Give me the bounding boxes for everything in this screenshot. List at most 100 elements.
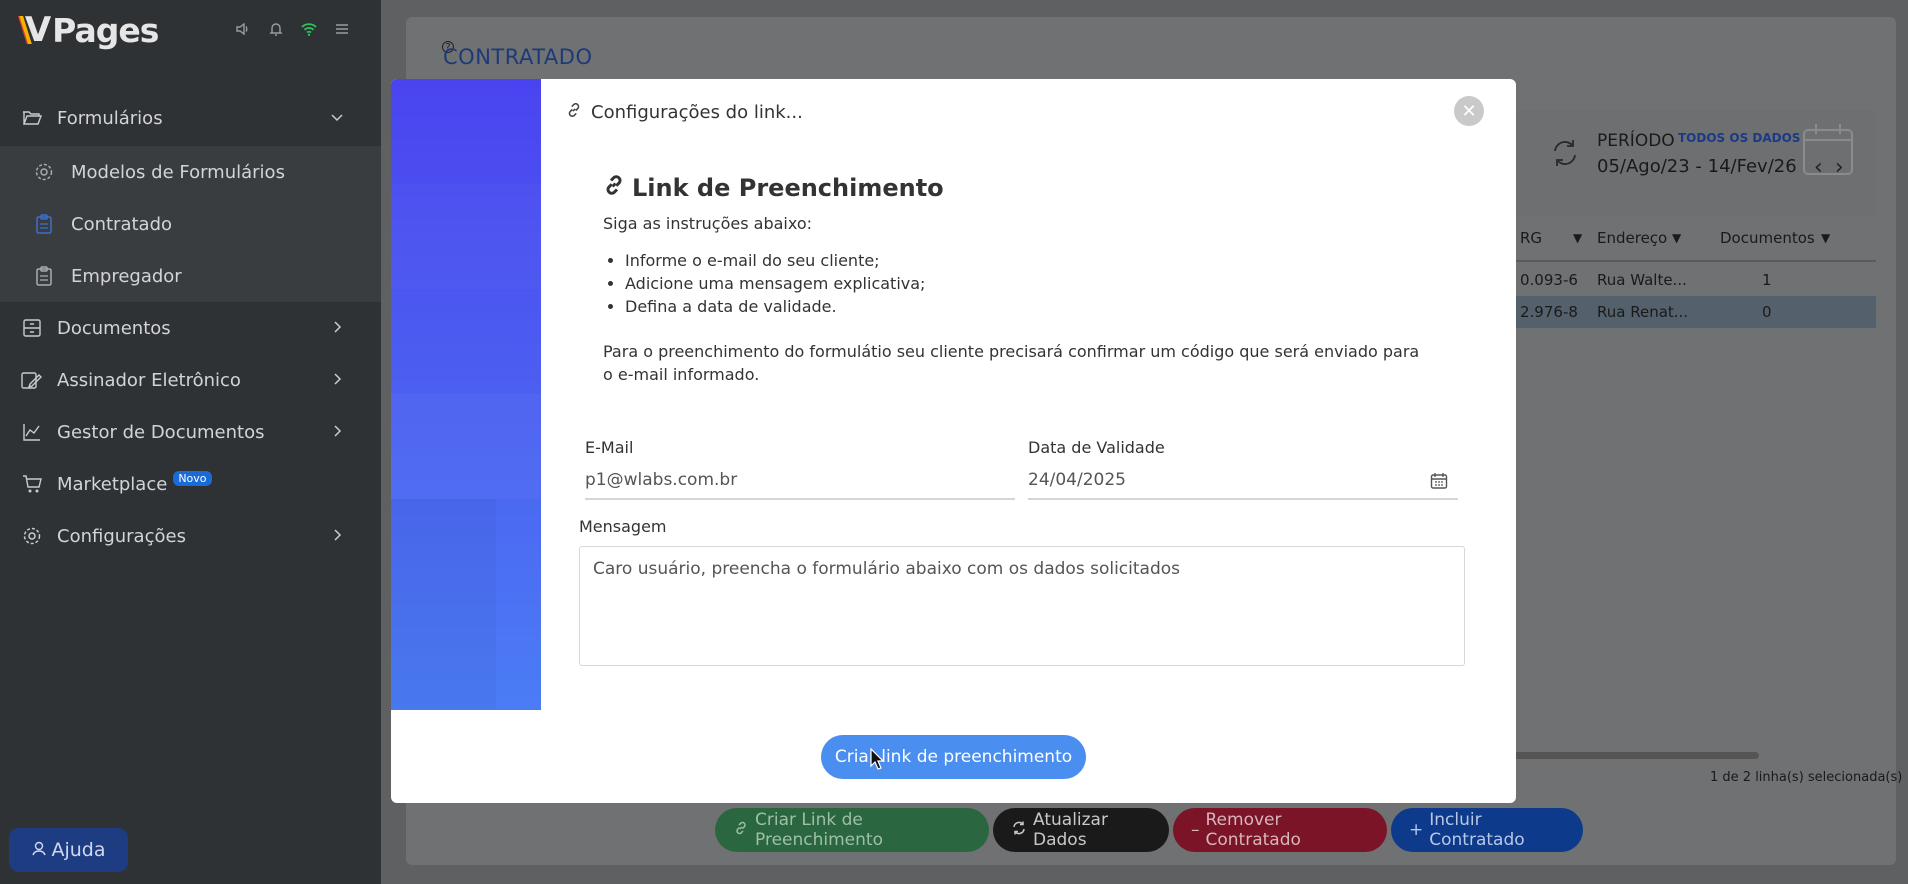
new-badge: Novo <box>173 470 212 486</box>
clipboard-icon <box>33 213 55 235</box>
bell-icon[interactable] <box>267 20 285 38</box>
column-header-documentos[interactable]: Documentos <box>1720 229 1815 247</box>
chevron-right-icon[interactable]: › <box>1835 155 1844 180</box>
instructions-list: Informe o e-mail do seu cliente; Adicion… <box>625 249 925 318</box>
create-link-button[interactable]: Criar Link de Preenchimento <box>715 808 989 852</box>
horizontal-scrollbar[interactable] <box>1497 752 1759 759</box>
chevron-right-icon <box>329 527 345 543</box>
archive-icon <box>21 317 43 339</box>
signature-icon <box>21 369 43 391</box>
refresh-icon <box>1011 820 1027 841</box>
email-label: E-Mail <box>585 438 634 457</box>
sidebar-item-modelos[interactable]: Modelos de Formulários <box>0 146 381 198</box>
sidebar-item-label: Configurações <box>57 525 186 547</box>
remove-button[interactable]: – Remover Contratado <box>1173 808 1387 852</box>
create-link-submit-button[interactable]: Criar link de preenchimento <box>821 735 1086 779</box>
cell-endereco: Rua Walte... <box>1597 271 1687 289</box>
message-label: Mensagem <box>579 517 667 536</box>
date-value: 24/04/2025 <box>1028 470 1126 490</box>
sidebar-item-label: Modelos de Formulários <box>71 161 285 183</box>
sidebar-item-label: Contratado <box>71 213 173 235</box>
date-label: Data de Validade <box>1028 438 1165 457</box>
modal-header: Configurações do link... <box>565 101 803 124</box>
column-header-rg[interactable]: RG <box>1520 229 1542 247</box>
filter-icon[interactable]: ▼ <box>1821 231 1830 245</box>
folder-open-icon <box>21 107 43 129</box>
sidebar-item-label: Empregador <box>71 265 182 287</box>
column-header-endereco[interactable]: Endereço <box>1597 229 1667 247</box>
calendar-icon[interactable] <box>1430 472 1448 495</box>
sidebar-item-formularios[interactable]: Formulários <box>0 92 381 144</box>
cell-endereco: Rua Renat... <box>1597 303 1689 321</box>
instructions-intro: Siga as instruções abaixo: <box>603 214 813 233</box>
period-all-link[interactable]: TODOS OS DADOS <box>1678 131 1800 145</box>
logo-mark: \ \ V <box>18 10 51 50</box>
add-label: Incluir Contratado <box>1429 810 1525 850</box>
create-link-label: Criar Link de Preenchimento <box>755 810 883 850</box>
close-button[interactable]: ✕ <box>1454 96 1484 126</box>
cell-rg: 2.976-8 <box>1520 303 1578 321</box>
side-block <box>391 499 496 604</box>
modal-title: Link de Preenchimento <box>602 173 944 203</box>
modal-title-label: Link de Preenchimento <box>632 174 944 202</box>
sidebar-item-marketplace[interactable]: Marketplace Novo <box>0 458 381 510</box>
sidebar-item-contratado[interactable]: Contratado <box>0 198 381 250</box>
app-name: Pages <box>52 10 159 50</box>
add-button[interactable]: + Incluir Contratado <box>1391 808 1583 852</box>
period-label: PERÍODO <box>1597 131 1675 151</box>
side-block <box>391 184 541 289</box>
message-textarea[interactable]: Caro usuário, preencha o formulário abai… <box>579 546 1465 666</box>
hamburger-icon[interactable] <box>333 20 351 38</box>
refresh-label: Atualizar Dados <box>1033 810 1108 850</box>
help-button[interactable]: Ajuda <box>9 828 128 872</box>
list-item: Informe o e-mail do seu cliente; <box>625 249 925 272</box>
cart-icon <box>21 473 43 495</box>
wifi-icon[interactable] <box>300 20 318 38</box>
page-title: CONTRATADO <box>443 45 593 69</box>
cell-documentos: 1 <box>1762 271 1772 289</box>
instructions-paragraph: Para o preenchimento do formulátio seu c… <box>603 342 1420 384</box>
table-header: RG ▼ Endereço ▼ Documentos ▼ <box>1497 226 1876 262</box>
side-block <box>391 394 541 499</box>
top-icons <box>234 20 351 38</box>
email-field[interactable]: p1@wlabs.com.br <box>585 464 1015 500</box>
gear-icon <box>33 161 55 183</box>
modal-header-label: Configurações do link... <box>591 102 803 123</box>
filter-icon[interactable]: ▼ <box>1672 231 1681 245</box>
refresh-data-button[interactable]: Atualizar Dados <box>993 808 1169 852</box>
link-icon <box>733 820 749 841</box>
chevron-right-icon <box>329 423 345 439</box>
remove-label: Remover Contratado <box>1205 810 1301 850</box>
sidebar-item-configuracoes[interactable]: Configurações <box>0 510 381 562</box>
link-config-modal: Configurações do link... ✕ Link de Preen… <box>391 79 1516 803</box>
sidebar-item-label: Gestor de Documentos <box>57 421 265 443</box>
app-logo[interactable]: \ \ V Pages <box>18 10 159 50</box>
cell-rg: 0.093-6 <box>1520 271 1578 289</box>
filter-icon[interactable]: ▼ <box>1573 231 1582 245</box>
submenu-formularios: Modelos de Formulários Contratado Empreg… <box>0 146 381 302</box>
sidebar-item-gestor[interactable]: Gestor de Documentos <box>0 406 381 458</box>
refresh-icon[interactable] <box>1549 137 1581 173</box>
period-range: 05/Ago/23 - 14/Fev/26 <box>1597 156 1797 177</box>
help-label: Ajuda <box>51 839 106 861</box>
sidebar-item-label: Documentos <box>57 317 171 339</box>
minus-icon: – <box>1191 820 1200 840</box>
volume-icon[interactable] <box>234 20 252 38</box>
sidebar-item-assinador[interactable]: Assinador Eletrônico <box>0 354 381 406</box>
table-row[interactable]: 2.976-8 Rua Renat... 0 <box>1497 296 1876 328</box>
sidebar-item-label: Assinador Eletrônico <box>57 369 241 391</box>
chevron-left-icon[interactable]: ‹ <box>1814 155 1823 180</box>
sidebar: \ \ V Pages Formulários Modelos de Formu… <box>0 0 381 884</box>
table-row[interactable]: 0.093-6 Rua Walte... 1 <box>1497 264 1876 296</box>
sidebar-item-label: Marketplace <box>57 473 168 495</box>
mouse-cursor-icon <box>870 747 885 774</box>
period-nav: ‹ › <box>1814 155 1844 180</box>
selection-info: 1 de 2 linha(s) selecionada(s) <box>1710 770 1903 785</box>
chevron-right-icon <box>329 319 345 335</box>
link-icon <box>565 101 583 124</box>
chart-icon <box>21 421 43 443</box>
sidebar-item-documentos[interactable]: Documentos <box>0 302 381 354</box>
sidebar-item-empregador[interactable]: Empregador <box>0 250 381 302</box>
clipboard-icon <box>33 265 55 287</box>
date-field[interactable]: 24/04/2025 <box>1028 464 1458 500</box>
